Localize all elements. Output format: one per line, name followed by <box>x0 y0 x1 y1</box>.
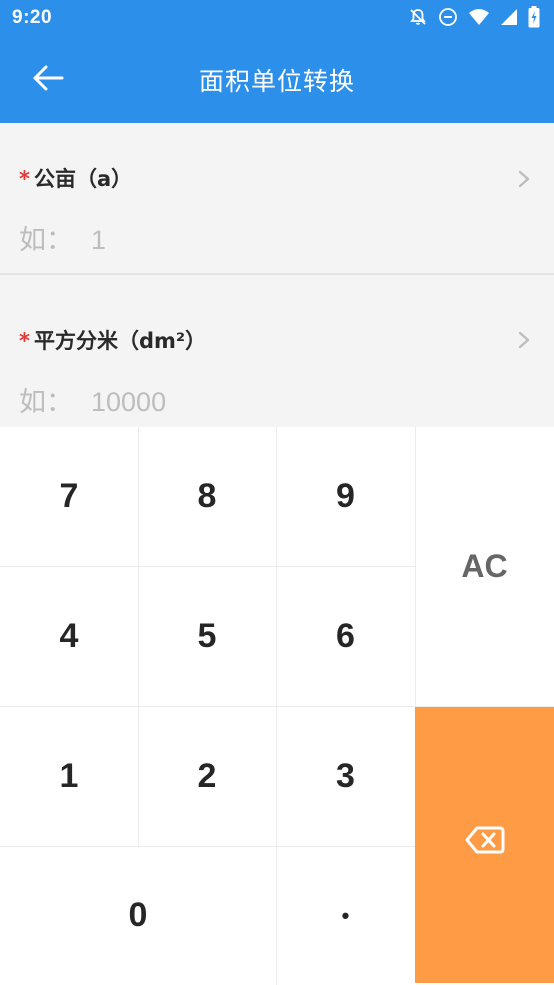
signal-icon <box>500 8 518 30</box>
field-label-text: 平方分米（dm²） <box>33 329 207 353</box>
square-decimeter-input[interactable]: 如： 10000 <box>19 380 166 419</box>
do-not-disturb-icon <box>438 7 458 31</box>
key-5[interactable]: 5 <box>138 566 276 706</box>
key-decimal-point[interactable]: • <box>276 846 415 985</box>
key-2[interactable]: 2 <box>138 706 276 846</box>
field-square-decimeter[interactable]: * 平方分米（dm²） 如： 10000 <box>0 275 554 427</box>
field-label-text: 公亩（a） <box>33 167 133 191</box>
are-input[interactable]: 如： 1 <box>19 218 106 257</box>
chevron-right-icon <box>516 329 532 351</box>
backspace-icon <box>465 825 505 864</box>
keypad-divider <box>415 427 416 706</box>
key-1[interactable]: 1 <box>0 706 138 846</box>
keypad-divider <box>138 427 139 846</box>
notifications-off-icon <box>408 7 428 31</box>
field-label: * 平方分米（dm²） <box>19 325 206 355</box>
app-bar: 面积单位转换 <box>0 38 554 123</box>
keypad-divider <box>0 566 415 567</box>
input-placeholder: 10000 <box>91 387 167 417</box>
delete-button[interactable] <box>415 706 554 983</box>
wifi-icon <box>468 8 490 30</box>
input-prefix: 如： <box>19 387 73 417</box>
battery-charging-icon <box>528 6 540 32</box>
key-4[interactable]: 4 <box>0 566 138 706</box>
required-mark: * <box>19 329 30 353</box>
chevron-right-icon <box>516 168 532 190</box>
status-time: 9:20 <box>12 7 53 28</box>
input-prefix: 如： <box>19 225 73 255</box>
status-bar: 9:20 <box>0 0 554 38</box>
key-8[interactable]: 8 <box>138 427 276 566</box>
key-3[interactable]: 3 <box>276 706 415 846</box>
key-9[interactable]: 9 <box>276 427 415 566</box>
clear-button[interactable]: AC <box>415 427 554 706</box>
key-0[interactable]: 0 <box>0 846 276 985</box>
input-placeholder: 1 <box>91 225 107 255</box>
numeric-keypad: 7 8 9 4 5 6 AC 1 2 3 0 • <box>0 427 554 985</box>
page-title: 面积单位转换 <box>198 67 355 96</box>
key-6[interactable]: 6 <box>276 566 415 706</box>
field-are[interactable]: * 公亩（a） 如： 1 <box>0 123 554 273</box>
required-mark: * <box>19 167 30 191</box>
key-7[interactable]: 7 <box>0 427 138 566</box>
status-icons <box>408 6 540 32</box>
keypad-divider <box>0 846 415 847</box>
keypad-divider <box>0 706 554 707</box>
field-label: * 公亩（a） <box>19 163 132 193</box>
conversion-form: * 公亩（a） 如： 1 * 平方分米（dm²） 如： 10000 <box>0 123 554 427</box>
